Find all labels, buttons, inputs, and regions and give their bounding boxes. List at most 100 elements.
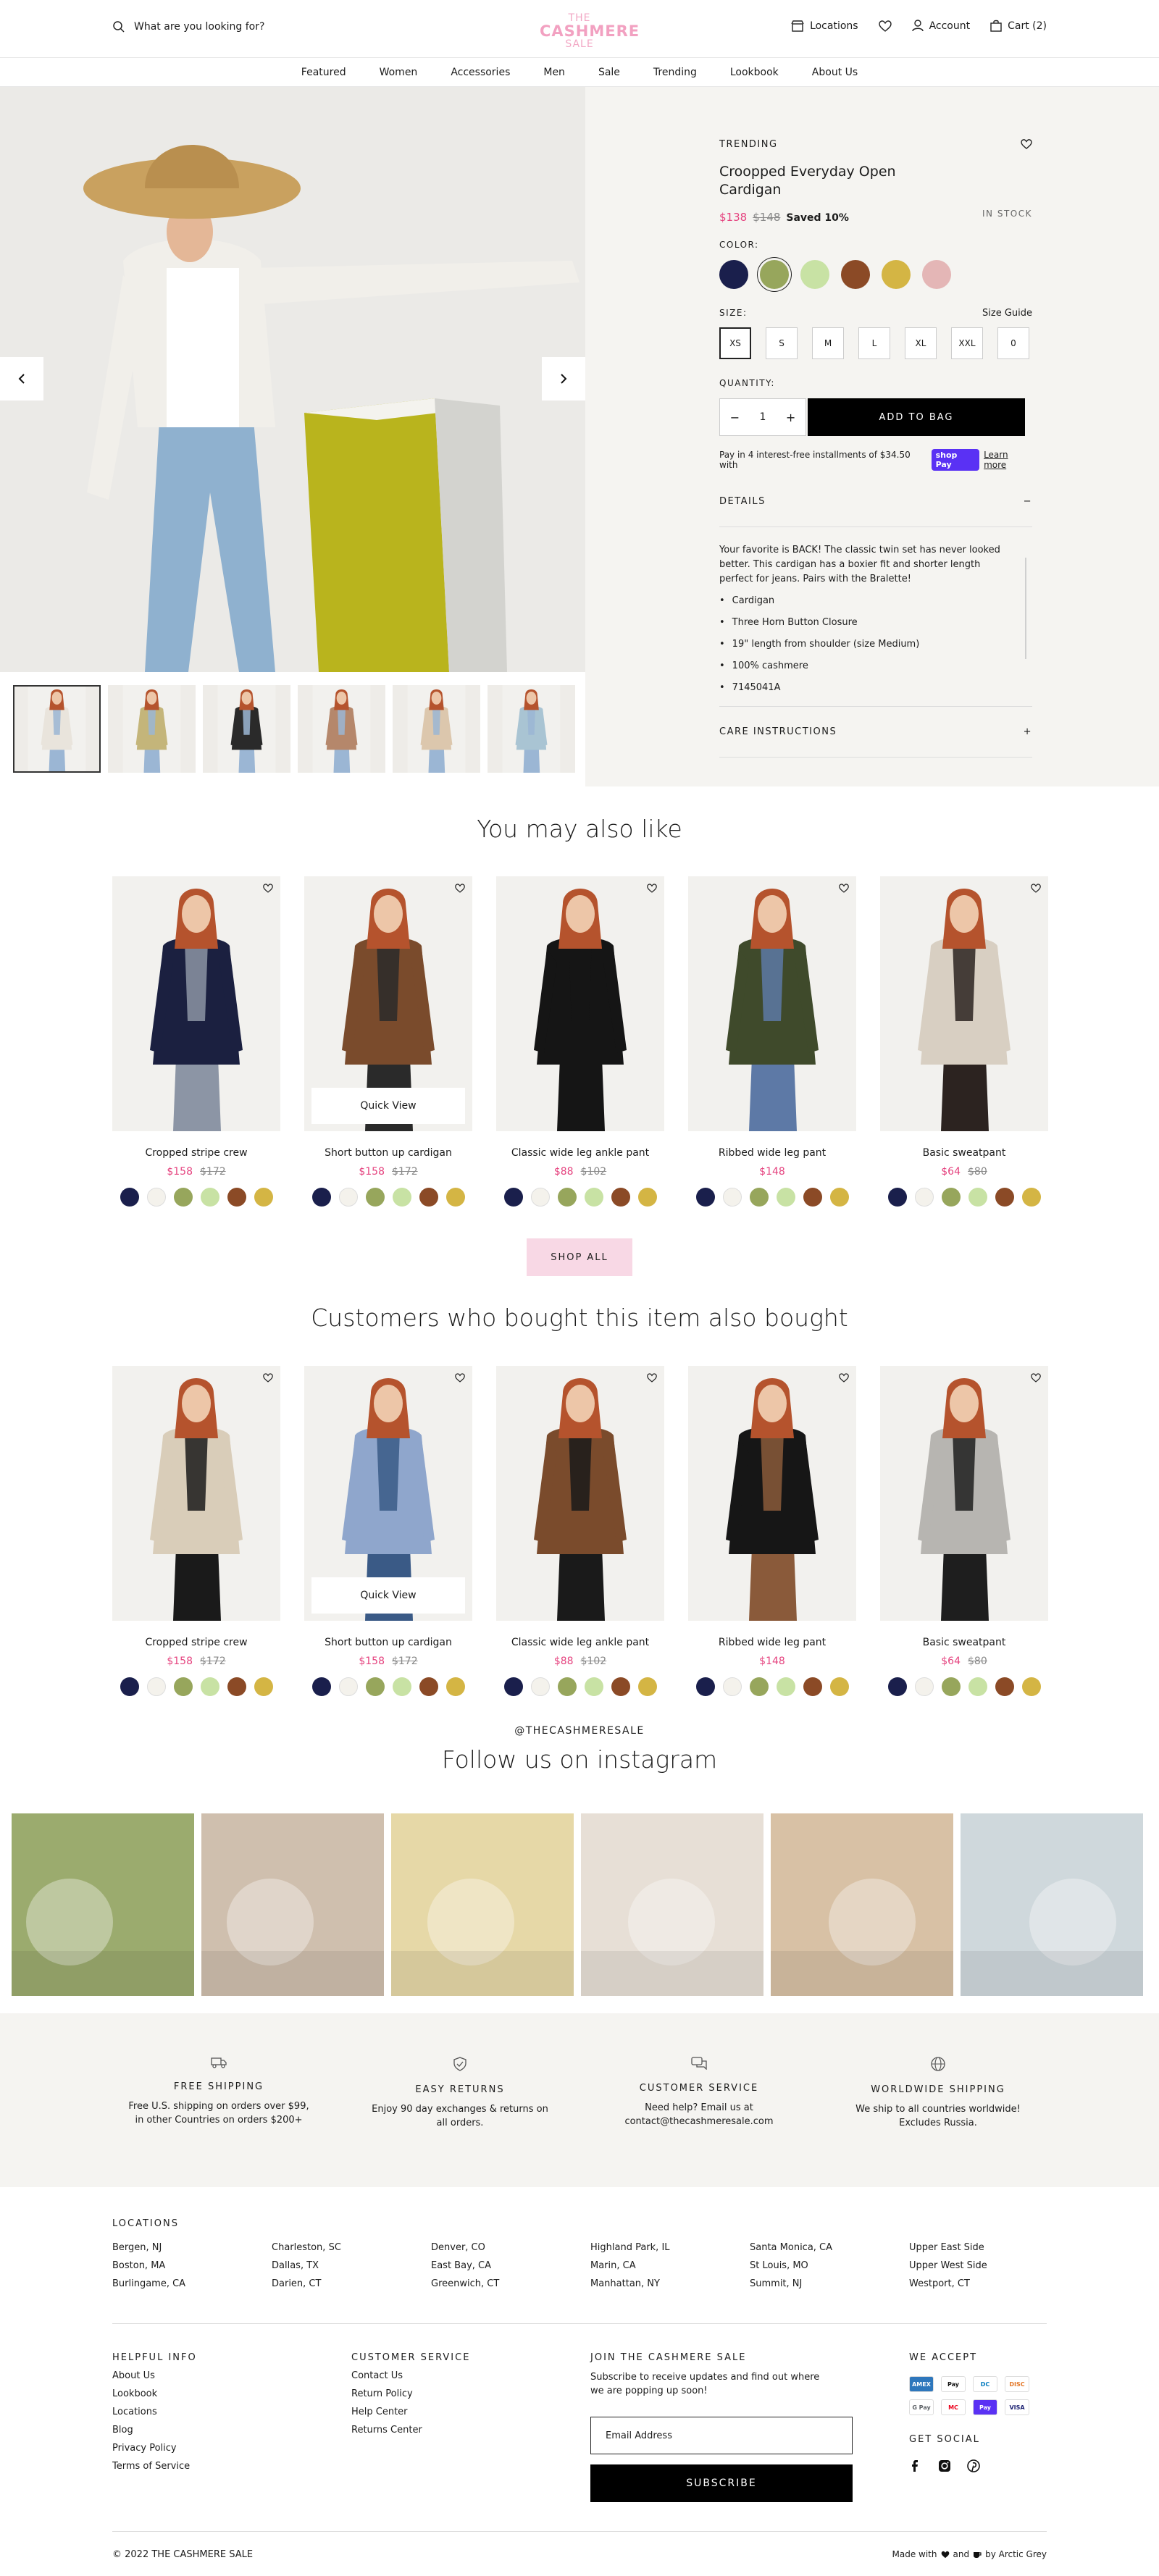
- footer-link[interactable]: Returns Center: [351, 2425, 590, 2436]
- product-card-image[interactable]: [880, 876, 1048, 1131]
- email-field[interactable]: Email Address: [590, 2417, 853, 2454]
- color-swatch[interactable]: [445, 1188, 465, 1207]
- size-option[interactable]: XXL: [951, 327, 983, 359]
- product-name[interactable]: Ribbed wide leg pant: [688, 1147, 856, 1159]
- color-swatch[interactable]: [841, 260, 870, 289]
- product-card-image[interactable]: [688, 876, 856, 1131]
- color-swatch[interactable]: [530, 1677, 550, 1696]
- color-swatch[interactable]: [200, 1677, 219, 1696]
- account-link[interactable]: Account: [911, 20, 970, 32]
- wishlist-heart-icon[interactable]: [1021, 139, 1032, 149]
- wishlist-heart-icon[interactable]: [455, 1373, 465, 1383]
- location-link[interactable]: Burlingame, CA: [112, 2278, 272, 2289]
- footer-link[interactable]: Privacy Policy: [112, 2443, 351, 2454]
- instagram-post[interactable]: [581, 1813, 763, 1996]
- color-swatch[interactable]: [749, 1677, 769, 1696]
- made-with-credit[interactable]: Made with and by Arctic Grey: [892, 2549, 1047, 2559]
- locations-link[interactable]: Locations: [791, 20, 858, 32]
- location-link[interactable]: Greenwich, CT: [431, 2278, 590, 2289]
- add-to-bag-button[interactable]: ADD TO BAG: [808, 398, 1025, 436]
- product-name[interactable]: Short button up cardigan: [304, 1637, 472, 1648]
- product-card[interactable]: Cropped stripe crew $158 $172: [112, 1366, 280, 1696]
- color-swatch[interactable]: [146, 1188, 166, 1207]
- product-card-image[interactable]: [496, 876, 664, 1131]
- footer-link[interactable]: Blog: [112, 2425, 351, 2436]
- wishlist-heart-icon[interactable]: [455, 884, 465, 893]
- size-guide-link[interactable]: Size Guide: [982, 308, 1032, 319]
- product-name[interactable]: Basic sweatpant: [880, 1147, 1048, 1159]
- footer-link[interactable]: About Us: [112, 2370, 351, 2381]
- site-logo[interactable]: THE CASHMERE SALE: [540, 13, 639, 49]
- color-swatch[interactable]: [722, 1677, 742, 1696]
- color-swatch[interactable]: [311, 1188, 331, 1207]
- learn-more-link[interactable]: Learn more: [984, 450, 1032, 470]
- instagram-post[interactable]: [201, 1813, 384, 1996]
- instagram-post[interactable]: [771, 1813, 953, 1996]
- product-card-image[interactable]: [112, 876, 280, 1131]
- color-swatch[interactable]: [749, 1188, 769, 1207]
- gallery-thumbnail[interactable]: [393, 685, 480, 773]
- gallery-thumbnail[interactable]: [298, 685, 385, 773]
- nav-trending[interactable]: Trending: [653, 67, 697, 78]
- pinterest-icon[interactable]: [967, 2459, 980, 2472]
- location-link[interactable]: East Bay, CA: [431, 2260, 590, 2271]
- color-swatch[interactable]: [120, 1188, 139, 1207]
- color-swatch[interactable]: [887, 1188, 907, 1207]
- product-card[interactable]: Ribbed wide leg pant $148: [688, 1366, 856, 1696]
- color-swatch[interactable]: [695, 1188, 715, 1207]
- color-swatch[interactable]: [557, 1188, 577, 1207]
- wishlist-heart-icon[interactable]: [878, 20, 892, 32]
- location-link[interactable]: Charleston, SC: [272, 2242, 431, 2253]
- facebook-icon[interactable]: [909, 2459, 922, 2472]
- quick-view-button[interactable]: Quick View: [311, 1577, 465, 1614]
- product-card[interactable]: Basic sweatpant $64 $80: [880, 1366, 1048, 1696]
- nav-accessories[interactable]: Accessories: [451, 67, 510, 78]
- color-swatch[interactable]: [120, 1677, 139, 1696]
- color-swatch[interactable]: [995, 1188, 1014, 1207]
- size-option[interactable]: XS: [719, 327, 751, 359]
- color-swatch[interactable]: [365, 1677, 385, 1696]
- product-name[interactable]: Classic wide leg ankle pant: [496, 1147, 664, 1159]
- color-swatch[interactable]: [914, 1188, 934, 1207]
- location-link[interactable]: Summit, NJ: [750, 2278, 909, 2289]
- quantity-stepper[interactable]: − 1 +: [719, 398, 806, 436]
- color-swatch[interactable]: [419, 1188, 438, 1207]
- color-swatch[interactable]: [829, 1188, 849, 1207]
- color-swatch[interactable]: [419, 1677, 438, 1696]
- location-link[interactable]: Upper West Side: [909, 2260, 1068, 2271]
- size-option[interactable]: 0: [997, 327, 1029, 359]
- location-link[interactable]: Denver, CO: [431, 2242, 590, 2253]
- product-card-image[interactable]: Quick View: [304, 1366, 472, 1621]
- product-card-image[interactable]: [112, 1366, 280, 1621]
- wishlist-heart-icon[interactable]: [263, 884, 273, 893]
- color-swatch[interactable]: [882, 260, 911, 289]
- minus-icon[interactable]: −: [730, 411, 740, 424]
- product-card[interactable]: Classic wide leg ankle pant $88 $102: [496, 876, 664, 1207]
- wishlist-heart-icon[interactable]: [263, 1373, 273, 1383]
- footer-link[interactable]: Locations: [112, 2407, 351, 2417]
- color-swatch[interactable]: [338, 1188, 358, 1207]
- color-swatch[interactable]: [227, 1677, 246, 1696]
- gallery-thumbnail[interactable]: [108, 685, 196, 773]
- color-swatch[interactable]: [530, 1188, 550, 1207]
- wishlist-heart-icon[interactable]: [647, 884, 657, 893]
- nav-featured[interactable]: Featured: [301, 67, 346, 78]
- location-link[interactable]: Marin, CA: [590, 2260, 750, 2271]
- product-card[interactable]: Classic wide leg ankle pant $88 $102: [496, 1366, 664, 1696]
- color-swatch[interactable]: [254, 1188, 273, 1207]
- instagram-icon[interactable]: [938, 2459, 951, 2472]
- color-swatch[interactable]: [800, 260, 829, 289]
- color-swatch[interactable]: [760, 260, 789, 289]
- color-swatch[interactable]: [968, 1188, 987, 1207]
- color-swatch[interactable]: [722, 1188, 742, 1207]
- color-swatch[interactable]: [887, 1677, 907, 1696]
- gallery-prev-button[interactable]: [0, 357, 43, 400]
- gallery-thumbnail[interactable]: [488, 685, 575, 773]
- color-swatch[interactable]: [445, 1677, 465, 1696]
- nav-sale[interactable]: Sale: [598, 67, 620, 78]
- instagram-post[interactable]: [391, 1813, 574, 1996]
- color-swatch[interactable]: [637, 1677, 657, 1696]
- color-swatch[interactable]: [254, 1677, 273, 1696]
- footer-link[interactable]: Terms of Service: [112, 2461, 351, 2472]
- location-link[interactable]: Upper East Side: [909, 2242, 1068, 2253]
